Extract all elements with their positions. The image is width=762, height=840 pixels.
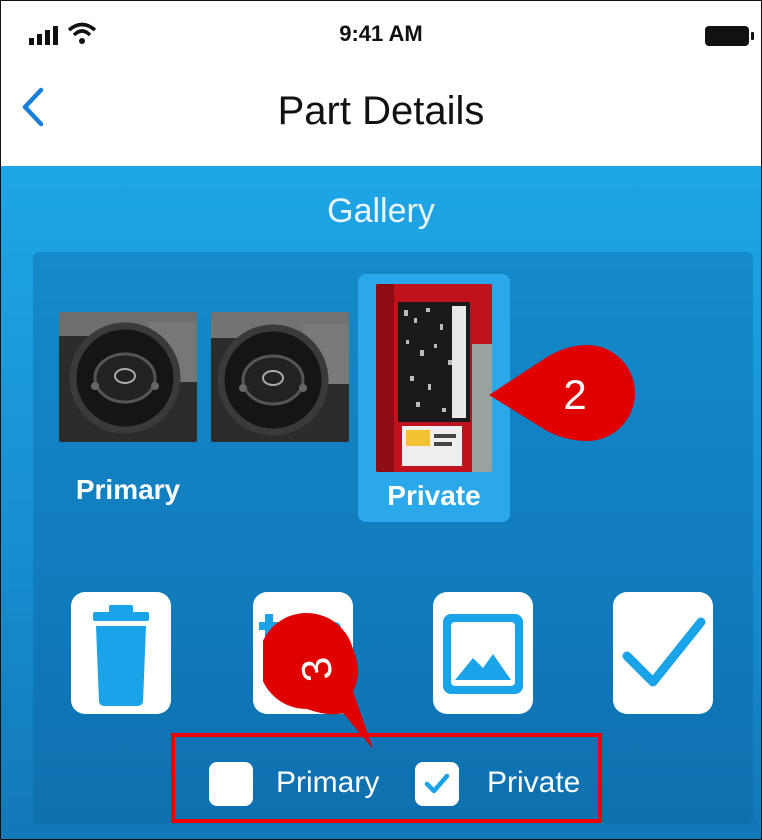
navigation-bar: Part Details (1, 63, 761, 165)
steering-wheel-photo (211, 312, 349, 442)
status-time: 9:41 AM (339, 21, 423, 46)
gallery-thumb-1[interactable] (59, 312, 197, 442)
app-screen: 9:41 AM Part Details Gallery Primary Pri… (0, 0, 762, 840)
marker-2-label: 2 (563, 371, 586, 418)
status-bar: 9:41 AM (1, 1, 761, 63)
thumb-caption-primary: Primary (75, 474, 181, 505)
confirm-button[interactable] (613, 592, 713, 714)
trash-icon (93, 605, 149, 706)
steering-wheel-photo (59, 312, 197, 442)
gallery-thumb-3 (376, 284, 492, 472)
thumb-caption-private: Private (387, 480, 481, 511)
battery-icon (705, 26, 754, 46)
checkmark-icon (622, 617, 706, 687)
choose-image-button[interactable] (433, 592, 533, 714)
annotation-marker-2: 2 (489, 345, 635, 441)
annotation-marker-3: 3 (263, 613, 373, 749)
section-title: Gallery (327, 192, 435, 230)
page-title: Part Details (277, 89, 485, 133)
door-jamb-label-photo (376, 284, 492, 472)
image-icon (443, 614, 523, 694)
gallery-thumb-2[interactable] (211, 312, 349, 442)
delete-button[interactable] (71, 592, 171, 714)
